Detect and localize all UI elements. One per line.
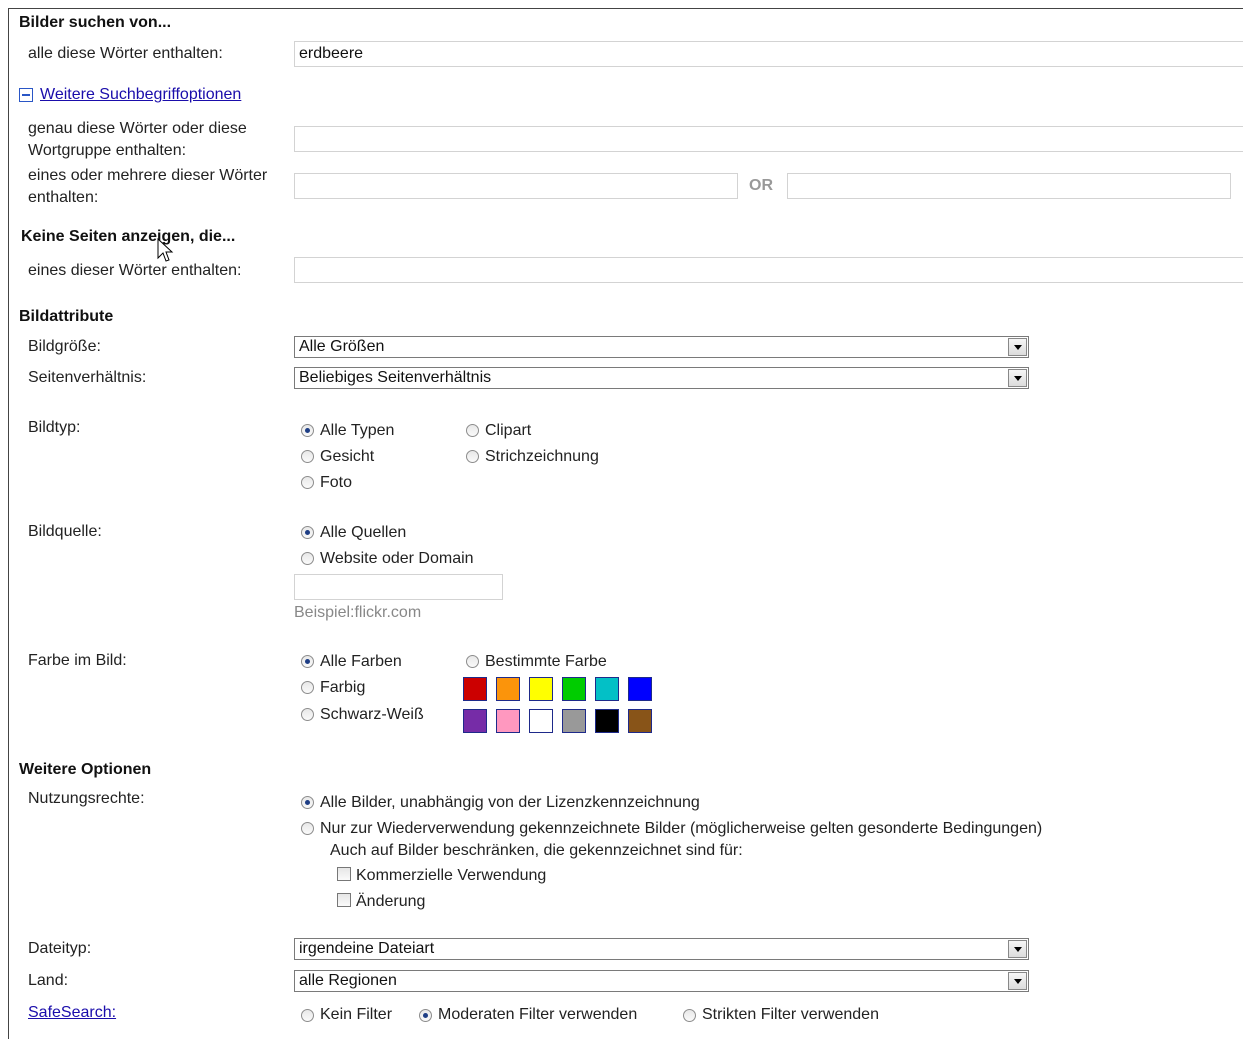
source-option-all: Alle Quellen [320, 524, 407, 541]
exact-phrase-input[interactable] [294, 126, 1243, 152]
chevron-down-icon[interactable] [1008, 369, 1027, 387]
section-title-exclude: Keine Seiten anzeigen, die... [21, 228, 236, 245]
color-swatch[interactable] [628, 677, 652, 701]
safesearch-radio-none[interactable] [301, 1009, 314, 1022]
commercial-label: Kommerzielle Verwendung [356, 867, 547, 884]
safesearch-radio-strict[interactable] [683, 1009, 696, 1022]
filetype-label: Dateityp: [28, 940, 92, 957]
any-words-input-1[interactable] [294, 173, 738, 199]
commercial-checkbox[interactable] [337, 867, 351, 881]
color-swatch[interactable] [529, 709, 553, 733]
safesearch-option-moderate: Moderaten Filter verwenden [438, 1006, 638, 1023]
section-title-more: Weitere Optionen [19, 761, 152, 778]
type-radio-lineart[interactable] [466, 450, 479, 463]
none-words-input[interactable] [294, 257, 1243, 283]
color-swatch[interactable] [496, 709, 520, 733]
modification-label: Änderung [356, 893, 426, 910]
color-swatch[interactable] [529, 677, 553, 701]
chevron-down-icon[interactable] [1008, 338, 1027, 356]
color-swatch[interactable] [496, 677, 520, 701]
color-radio-specific[interactable] [466, 655, 479, 668]
type-radio-all[interactable] [301, 424, 314, 437]
country-select-value: alle Regionen [299, 972, 397, 989]
aspect-select[interactable]: Beliebiges Seitenverhältnis [294, 367, 1029, 389]
type-option-lineart: Strichzeichnung [485, 448, 599, 465]
aspect-label: Seitenverhältnis: [28, 369, 147, 386]
country-label: Land: [28, 972, 69, 989]
type-radio-clipart[interactable] [466, 424, 479, 437]
type-option-photo: Foto [320, 474, 353, 491]
type-option-clipart: Clipart [485, 422, 532, 439]
safesearch-option-none: Kein Filter [320, 1006, 393, 1023]
exact-phrase-label: genau diese Wörter oder diese Wortgruppe… [28, 120, 247, 159]
chevron-down-icon[interactable] [1008, 972, 1027, 990]
aspect-select-value: Beliebiges Seitenverhältnis [299, 369, 492, 386]
color-option-specific: Bestimmte Farbe [485, 653, 607, 670]
type-radio-photo[interactable] [301, 476, 314, 489]
source-label: Bildquelle: [28, 523, 102, 540]
type-option-all: Alle Typen [320, 422, 395, 439]
all-words-input[interactable] [294, 41, 1243, 67]
form-frame [8, 8, 1243, 1039]
color-swatch[interactable] [628, 709, 652, 733]
rights-option-all: Alle Bilder, unabhängig von der Lizenzke… [320, 794, 700, 811]
or-text: OR [749, 177, 773, 194]
color-option-all: Alle Farben [320, 653, 402, 670]
source-site-input[interactable] [294, 574, 503, 600]
color-swatch[interactable] [595, 709, 619, 733]
color-radio-bw[interactable] [301, 708, 314, 721]
modification-checkbox[interactable] [337, 893, 351, 907]
color-swatch[interactable] [562, 677, 586, 701]
color-radio-all[interactable] [301, 655, 314, 668]
rights-radio-reuse[interactable] [301, 822, 314, 835]
color-swatch[interactable] [562, 709, 586, 733]
type-option-face: Gesicht [320, 448, 375, 465]
all-words-label: alle diese Wörter enthalten: [28, 45, 223, 62]
rights-label: Nutzungsrechte: [28, 790, 145, 807]
more-search-options-link[interactable]: Weitere Suchbegriffoptionen [40, 86, 241, 104]
any-words-label: eines oder mehrere dieser Wörter enthalt… [28, 167, 268, 206]
size-select[interactable]: Alle Größen [294, 336, 1029, 358]
type-label: Bildtyp: [28, 419, 81, 436]
color-option-bw: Schwarz-Weiß [320, 706, 424, 723]
safesearch-radio-moderate[interactable] [419, 1009, 432, 1022]
filetype-select[interactable]: irgendeine Dateiart [294, 938, 1029, 960]
rights-radio-all[interactable] [301, 796, 314, 809]
mouse-cursor-icon [157, 238, 174, 262]
restrict-text: Auch auf Bilder beschränken, die gekennz… [330, 842, 743, 859]
none-words-label: eines dieser Wörter enthalten: [28, 262, 242, 279]
chevron-down-icon[interactable] [1008, 940, 1027, 958]
source-radio-site[interactable] [301, 552, 314, 565]
color-swatch[interactable] [463, 677, 487, 701]
color-option-colored: Farbig [320, 679, 366, 696]
collapse-icon[interactable] [19, 88, 33, 102]
size-label: Bildgröße: [28, 338, 101, 355]
source-example-text: Beispiel:flickr.com [294, 604, 422, 621]
section-title-attributes: Bildattribute [19, 308, 114, 325]
color-label: Farbe im Bild: [28, 652, 127, 669]
safesearch-link[interactable]: SafeSearch: [28, 1004, 116, 1022]
any-words-input-2[interactable] [787, 173, 1231, 199]
source-option-site: Website oder Domain [320, 550, 474, 567]
rights-option-reuse: Nur zur Wiederverwendung gekennzeichnete… [320, 820, 1043, 837]
section-title-search: Bilder suchen von... [19, 14, 172, 31]
size-select-value: Alle Größen [299, 338, 385, 355]
color-swatch[interactable] [595, 677, 619, 701]
color-swatch[interactable] [463, 709, 487, 733]
safesearch-option-strict: Strikten Filter verwenden [702, 1006, 879, 1023]
type-radio-face[interactable] [301, 450, 314, 463]
source-radio-all[interactable] [301, 526, 314, 539]
country-select[interactable]: alle Regionen [294, 970, 1029, 992]
filetype-select-value: irgendeine Dateiart [299, 940, 435, 957]
color-radio-colored[interactable] [301, 681, 314, 694]
